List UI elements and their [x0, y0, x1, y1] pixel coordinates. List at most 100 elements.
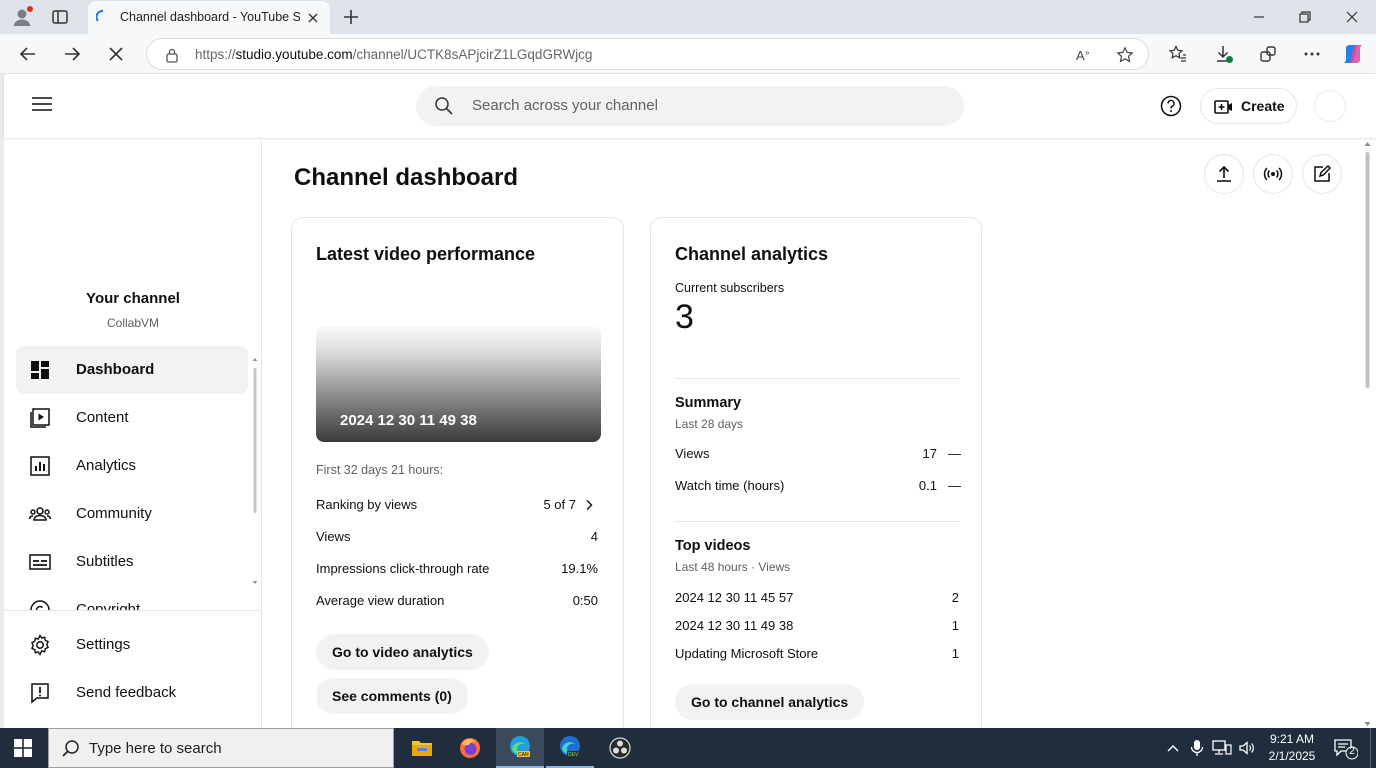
go-live-button[interactable]: [1253, 154, 1293, 194]
sidebar-item-label: Dashboard: [76, 361, 155, 378]
summary-views-trend: —: [948, 446, 961, 461]
channel-search-input[interactable]: Search across your channel: [416, 86, 964, 126]
copilot-icon[interactable]: [1341, 42, 1365, 66]
microphone-icon[interactable]: [1190, 739, 1204, 757]
help-icon[interactable]: [1160, 95, 1182, 117]
downloads-icon[interactable]: [1214, 44, 1234, 64]
profile-icon[interactable]: [10, 5, 34, 29]
sidebar: Your channel CollabVM Dashboard Content …: [4, 140, 262, 728]
network-icon[interactable]: [1212, 739, 1232, 757]
svg-text:»: »: [1085, 48, 1090, 57]
avg-duration-value: 0:50: [572, 593, 598, 608]
go-to-channel-analytics-button[interactable]: Go to channel analytics: [675, 684, 865, 720]
svg-text:CAN: CAN: [518, 752, 529, 758]
close-window-icon[interactable]: [1345, 10, 1359, 24]
taskbar-edge-dev[interactable]: DEV: [546, 728, 594, 768]
more-options-icon[interactable]: [1302, 44, 1322, 64]
account-avatar[interactable]: [1314, 90, 1346, 122]
taskbar-file-explorer[interactable]: [398, 728, 446, 768]
summary-period: Last 28 days: [675, 417, 744, 431]
subtitles-icon: [28, 550, 52, 574]
divider: [675, 378, 960, 379]
sidebar-item-dashboard[interactable]: Dashboard: [16, 346, 248, 394]
obs-studio-icon: [608, 736, 632, 760]
live-broadcast-icon: [1263, 164, 1283, 184]
volume-icon[interactable]: [1238, 739, 1256, 757]
browser-tab-bar: Channel dashboard - YouTube Studio: [0, 0, 1376, 34]
back-icon[interactable]: [18, 44, 38, 64]
settings-gear-icon: [28, 633, 52, 657]
windows-taskbar: Type here to search CAN DEV 9:21 AM 2/1/…: [0, 728, 1376, 768]
url-text[interactable]: https://studio.youtube.com/channel/UCTK8…: [195, 47, 592, 62]
feedback-icon: [28, 681, 52, 705]
page-scrollbar[interactable]: [1363, 140, 1372, 728]
top-videos-period: Last 48 hours · Views: [675, 560, 791, 574]
address-bar[interactable]: https://studio.youtube.com/channel/UCTK8…: [146, 38, 1149, 70]
analytics-icon: [28, 454, 52, 478]
sidebar-item-subtitles[interactable]: Subtitles: [16, 538, 248, 586]
show-hidden-icons-chevron-icon[interactable]: [1166, 742, 1180, 754]
system-clock[interactable]: 9:21 AM 2/1/2025: [1262, 731, 1322, 765]
sidebar-item-settings[interactable]: Settings: [16, 621, 248, 669]
minimize-icon[interactable]: [1252, 10, 1266, 24]
community-icon: [28, 502, 52, 526]
video-thumbnail[interactable]: 2024 12 30 11 49 38: [316, 326, 601, 442]
notification-center-icon[interactable]: 2: [1334, 738, 1358, 760]
site-info-icon[interactable]: [165, 47, 179, 63]
sidebar-item-community[interactable]: Community: [16, 490, 248, 538]
video-thumbnail-title: 2024 12 30 11 49 38: [340, 412, 477, 429]
dashboard-main: Channel dashboard Latest video performan…: [263, 140, 1365, 757]
browser-tab-active[interactable]: Channel dashboard - YouTube Studio: [88, 1, 330, 34]
sidebar-footer: Settings Send feedback: [4, 610, 261, 728]
create-post-button[interactable]: [1302, 154, 1342, 194]
sidebar-item-label: Community: [76, 505, 152, 522]
top-video-views: 2: [951, 590, 959, 605]
forward-icon[interactable]: [62, 44, 82, 64]
new-tab-icon[interactable]: [342, 8, 360, 26]
go-to-video-analytics-button[interactable]: Go to video analytics: [316, 634, 489, 670]
content-icon: [28, 406, 52, 430]
favorite-star-icon[interactable]: [1116, 46, 1134, 64]
read-aloud-icon[interactable]: A»: [1075, 46, 1093, 64]
extensions-icon[interactable]: [1258, 44, 1278, 64]
sidebar-scrollbar[interactable]: [252, 358, 258, 584]
search-icon: [434, 96, 454, 116]
upload-video-button[interactable]: [1204, 154, 1244, 194]
upload-icon: [1214, 164, 1234, 184]
menu-hamburger-icon[interactable]: [32, 96, 52, 112]
tab-actions-icon[interactable]: [50, 7, 70, 27]
url-host: studio.youtube.com: [235, 47, 353, 62]
notification-count-badge: 2: [1349, 746, 1355, 757]
restore-icon[interactable]: [1298, 10, 1312, 24]
create-button[interactable]: Create: [1200, 88, 1297, 124]
taskbar-search-box[interactable]: Type here to search: [48, 728, 394, 768]
taskbar-firefox[interactable]: [446, 728, 494, 768]
period-label: First 32 days 21 hours:: [316, 463, 444, 477]
summary-views-value: 17: [922, 446, 937, 461]
top-video-views: 1: [951, 646, 959, 661]
stop-loading-icon[interactable]: [107, 45, 125, 63]
sidebar-item-send-feedback[interactable]: Send feedback: [16, 669, 248, 717]
taskbar-search-placeholder: Type here to search: [89, 740, 222, 757]
studio-app: Search across your channel Create Your c…: [0, 74, 1376, 757]
add-video-icon: [1213, 97, 1233, 117]
svg-text:DEV: DEV: [568, 752, 579, 758]
summary-watchtime-value: 0.1: [918, 478, 937, 493]
see-comments-button[interactable]: See comments (0): [316, 678, 468, 714]
show-desktop-button[interactable]: [1370, 728, 1376, 768]
favorites-icon[interactable]: [1168, 44, 1188, 64]
taskbar-edge-canary[interactable]: CAN: [496, 728, 544, 768]
avg-duration-label: Average view duration: [316, 593, 445, 608]
clock-date: 2/1/2025: [1268, 749, 1316, 763]
close-tab-icon[interactable]: [306, 11, 320, 25]
url-path: /channel/UCTK8sAPjcirZ1LGqdGRWjcg: [352, 47, 593, 62]
sidebar-item-analytics[interactable]: Analytics: [16, 442, 248, 490]
summary-watchtime-trend: —: [948, 478, 961, 493]
windows-start-icon[interactable]: [14, 739, 32, 757]
sidebar-item-content[interactable]: Content: [16, 394, 248, 442]
taskbar-obs[interactable]: [596, 728, 644, 768]
ranking-value: 5 of 7: [543, 497, 576, 512]
search-icon: [61, 739, 81, 759]
page-title: Channel dashboard: [294, 164, 519, 191]
sidebar-item-label: Content: [76, 409, 129, 426]
